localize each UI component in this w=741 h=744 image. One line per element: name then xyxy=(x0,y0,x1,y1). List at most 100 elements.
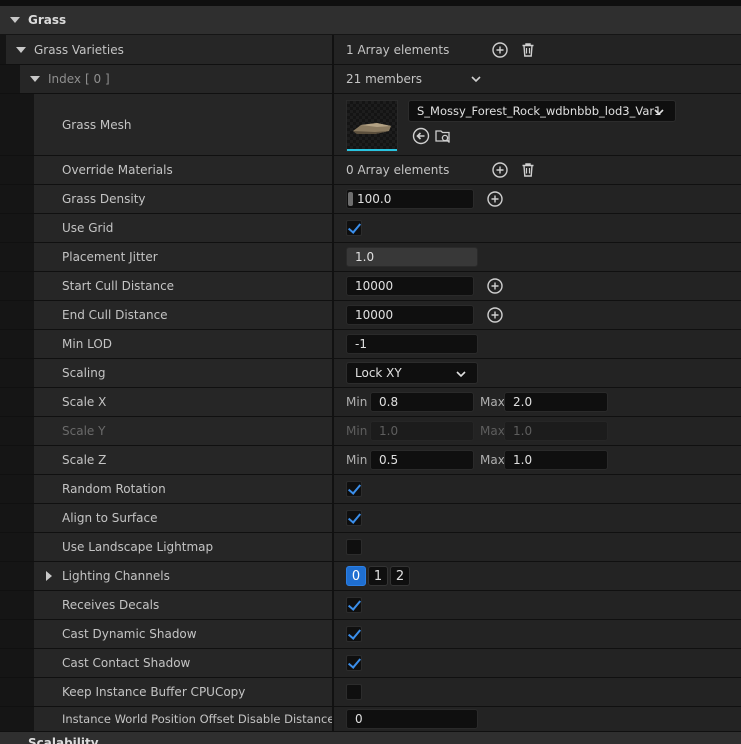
row-scale-x: Scale X Min 0.8 Max 2.0 xyxy=(0,388,741,417)
expand-arrow-icon[interactable] xyxy=(46,571,52,581)
end-cull-distance-label: End Cull Distance xyxy=(62,308,168,322)
reset-add-icon[interactable] xyxy=(486,277,504,295)
cast-contact-shadow-label: Cast Contact Shadow xyxy=(62,656,191,670)
keep-instance-buffer-label: Keep Instance Buffer CPUCopy xyxy=(62,685,246,699)
random-rotation-checkbox[interactable] xyxy=(346,481,362,497)
row-grass-density: Grass Density 100.0 xyxy=(0,185,741,214)
row-use-grid: Use Grid xyxy=(0,214,741,243)
row-use-landscape-lightmap: Use Landscape Lightmap xyxy=(0,533,741,562)
scale-x-min-field[interactable]: 0.8 xyxy=(370,392,474,412)
index-number: [ 0 ] xyxy=(85,72,110,86)
max-label: Max xyxy=(480,395,505,409)
index-label: Index xyxy=(48,72,82,86)
row-placement-jitter: Placement Jitter 1.0 xyxy=(0,243,741,272)
cast-dynamic-shadow-label: Cast Dynamic Shadow xyxy=(62,627,197,641)
row-scale-z: Scale Z Min 0.5 Max 1.0 xyxy=(0,446,741,475)
delete-all-icon[interactable] xyxy=(519,161,537,179)
rock-thumbnail-icon xyxy=(347,101,397,149)
asset-thumbnail[interactable] xyxy=(346,100,398,152)
instance-wpo-disable-field[interactable]: 0 xyxy=(346,709,478,729)
lighting-channel-1-toggle[interactable]: 1 xyxy=(368,566,388,586)
min-label: Min xyxy=(346,453,368,467)
grass-varieties-label: Grass Varieties xyxy=(34,42,124,57)
scale-z-max-field[interactable]: 1.0 xyxy=(504,450,608,470)
row-cast-contact-shadow: Cast Contact Shadow xyxy=(0,649,741,678)
chevron-down-icon[interactable] xyxy=(470,73,482,85)
collapse-arrow-icon[interactable] xyxy=(30,76,40,82)
use-grid-checkbox[interactable] xyxy=(346,220,362,236)
row-keep-instance-buffer: Keep Instance Buffer CPUCopy xyxy=(0,678,741,707)
lighting-channels-label: Lighting Channels xyxy=(62,569,170,583)
row-start-cull-distance: Start Cull Distance 10000 xyxy=(0,272,741,301)
align-to-surface-label: Align to Surface xyxy=(62,511,158,525)
add-element-icon[interactable] xyxy=(491,41,509,59)
row-grass-varieties: Grass Varieties 1 Array elements xyxy=(0,35,741,65)
scale-y-min-field: 1.0 xyxy=(370,421,474,441)
scale-x-max-field[interactable]: 2.0 xyxy=(504,392,608,412)
receives-decals-label: Receives Decals xyxy=(62,598,160,612)
cast-dynamic-shadow-checkbox[interactable] xyxy=(346,626,362,642)
category-header-grass[interactable]: Grass xyxy=(0,6,741,34)
browse-asset-icon[interactable] xyxy=(434,127,452,145)
category-label: Grass xyxy=(28,13,67,27)
use-selected-asset-icon[interactable] xyxy=(412,127,430,145)
random-rotation-label: Random Rotation xyxy=(62,482,166,496)
row-grass-mesh: Grass Mesh S_Mossy_Forest_Rock_wdbnbbb_l… xyxy=(0,94,741,156)
scale-x-label: Scale X xyxy=(62,395,107,409)
start-cull-distance-label: Start Cull Distance xyxy=(62,279,175,293)
asset-name: S_Mossy_Forest_Rock_wdbnbbb_lod3_Var1 xyxy=(417,104,662,118)
slider-fill xyxy=(348,192,353,206)
reset-add-icon[interactable] xyxy=(486,306,504,324)
row-cast-dynamic-shadow: Cast Dynamic Shadow xyxy=(0,620,741,649)
reset-add-icon[interactable] xyxy=(486,190,504,208)
lighting-channel-0-toggle[interactable]: 0 xyxy=(346,566,366,586)
index-members: 21 members xyxy=(346,72,423,86)
grass-varieties-count: 1 Array elements xyxy=(346,42,450,57)
start-cull-distance-field[interactable]: 10000 xyxy=(346,276,474,296)
scale-y-max-field: 1.0 xyxy=(504,421,608,441)
collapse-arrow-icon[interactable] xyxy=(16,46,26,53)
row-index-0: Index [ 0 ] 21 members xyxy=(0,65,741,94)
scale-z-label: Scale Z xyxy=(62,453,107,467)
row-min-lod: Min LOD -1 xyxy=(0,330,741,359)
thumbnail-underline xyxy=(347,149,397,151)
add-element-icon[interactable] xyxy=(491,161,509,179)
row-end-cull-distance: End Cull Distance 10000 xyxy=(0,301,741,330)
keep-instance-buffer-checkbox[interactable] xyxy=(346,684,362,700)
use-landscape-lightmap-checkbox[interactable] xyxy=(346,539,362,555)
end-cull-distance-field[interactable]: 10000 xyxy=(346,305,474,325)
row-lighting-channels: Lighting Channels 0 1 2 xyxy=(0,562,741,591)
grass-density-field[interactable]: 100.0 xyxy=(346,189,474,209)
scale-z-min-field[interactable]: 0.5 xyxy=(370,450,474,470)
delete-all-icon[interactable] xyxy=(519,41,537,59)
row-instance-wpo-disable-distance: Instance World Position Offset Disable D… xyxy=(0,707,741,732)
cast-contact-shadow-checkbox[interactable] xyxy=(346,655,362,671)
scale-y-label: Scale Y xyxy=(62,424,106,438)
row-receives-decals: Receives Decals xyxy=(0,591,741,620)
row-override-materials: Override Materials 0 Array elements xyxy=(0,156,741,185)
row-random-rotation: Random Rotation xyxy=(0,475,741,504)
use-landscape-lightmap-label: Use Landscape Lightmap xyxy=(62,540,214,554)
asset-picker-dropdown[interactable]: S_Mossy_Forest_Rock_wdbnbbb_lod3_Var1 xyxy=(408,100,676,122)
receives-decals-checkbox[interactable] xyxy=(346,597,362,613)
use-grid-label: Use Grid xyxy=(62,221,114,235)
placement-jitter-slider[interactable]: 1.0 xyxy=(346,247,478,267)
lighting-channel-2-toggle[interactable]: 2 xyxy=(390,566,410,586)
instance-wpo-disable-label: Instance World Position Offset Disable D… xyxy=(62,712,335,726)
align-to-surface-checkbox[interactable] xyxy=(346,510,362,526)
row-scaling: Scaling Lock XY xyxy=(0,359,741,388)
min-label: Min xyxy=(346,395,368,409)
max-label: Max xyxy=(480,453,505,467)
chevron-down-icon xyxy=(455,368,467,383)
min-label: Min xyxy=(346,424,368,438)
min-lod-label: Min LOD xyxy=(62,337,113,351)
override-materials-label: Override Materials xyxy=(62,163,173,177)
override-materials-count: 0 Array elements xyxy=(346,163,450,177)
category-header-scalability[interactable]: Scalability xyxy=(0,732,741,744)
chevron-down-icon xyxy=(653,106,665,121)
collapse-arrow-icon[interactable] xyxy=(10,17,20,23)
scaling-dropdown[interactable]: Lock XY xyxy=(346,362,478,384)
min-lod-field[interactable]: -1 xyxy=(346,334,478,354)
scaling-label: Scaling xyxy=(62,366,106,380)
placement-jitter-label: Placement Jitter xyxy=(62,250,158,264)
